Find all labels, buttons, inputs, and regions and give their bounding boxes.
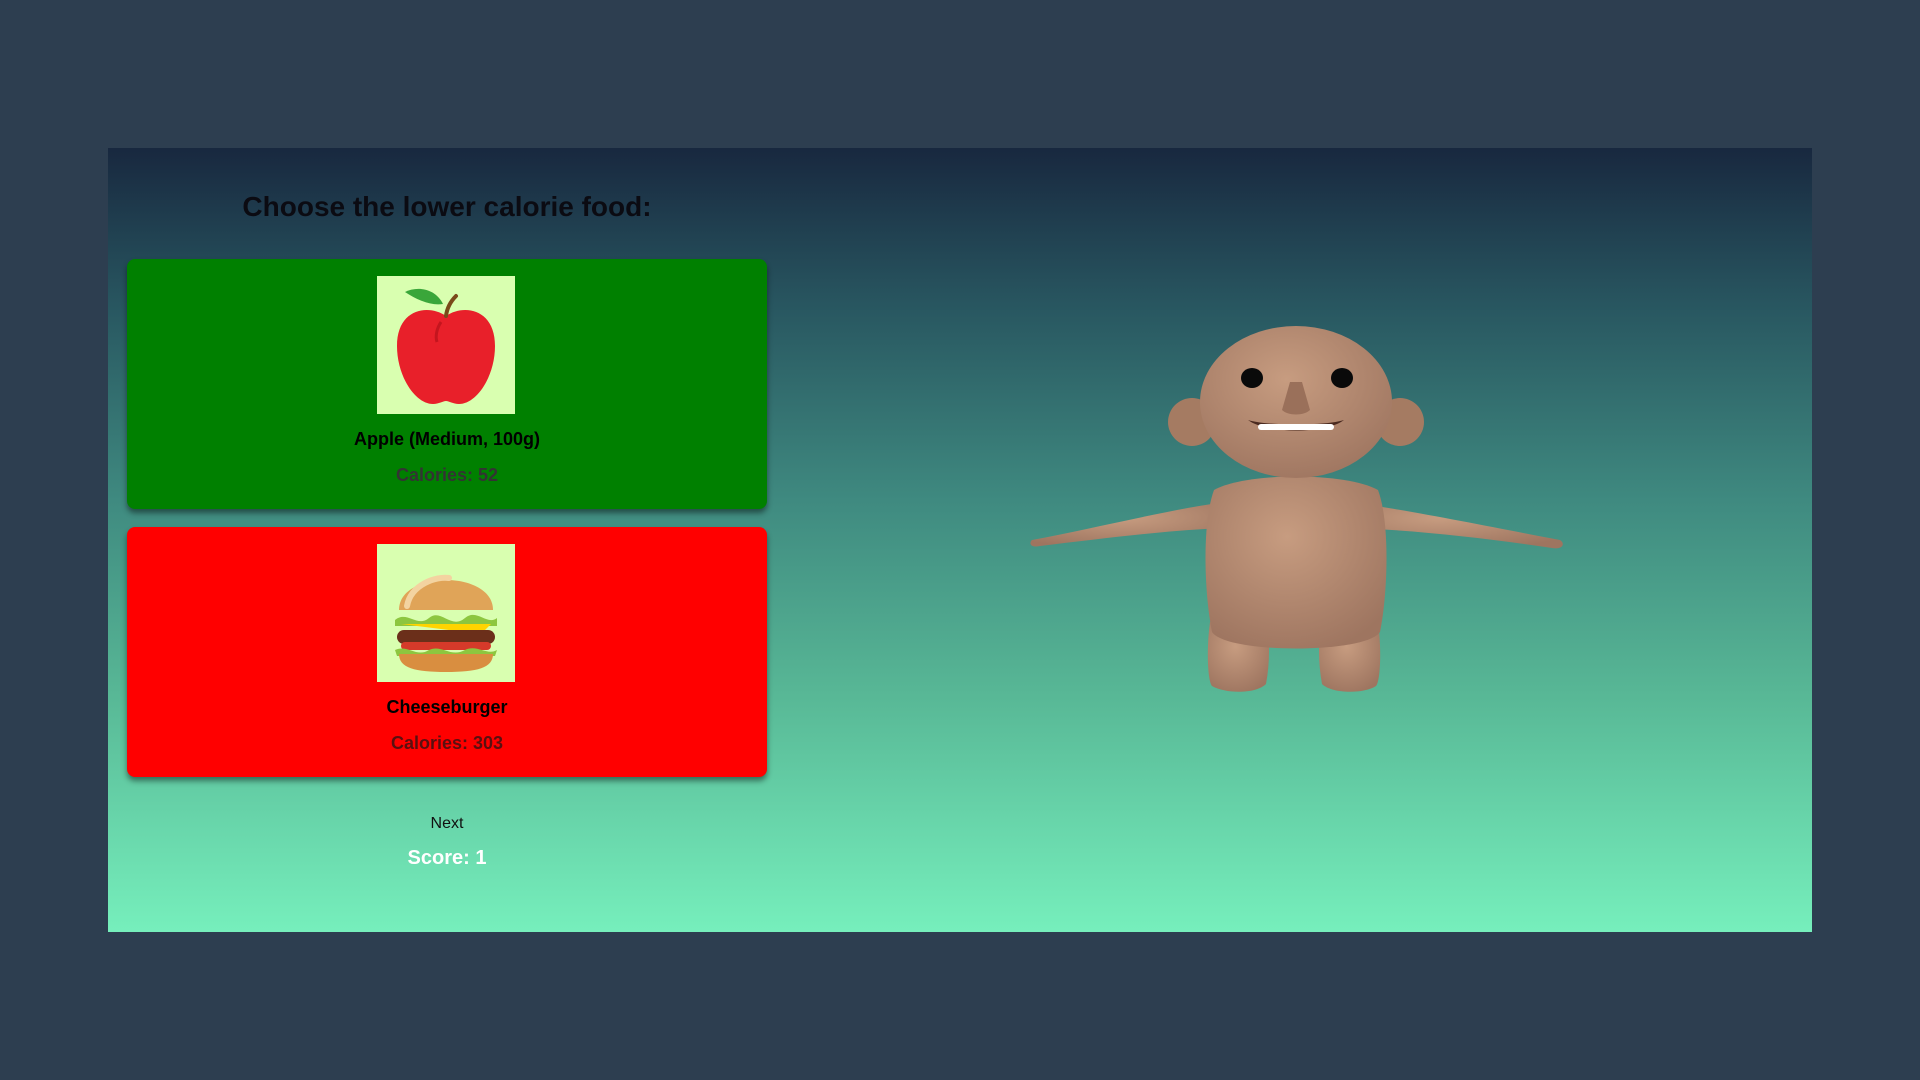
character-avatar: [1026, 322, 1566, 692]
game-container: Choose the lower calorie food: Apple (Me…: [108, 148, 1812, 932]
food-image-apple: [377, 276, 515, 414]
character-figure-icon: [1030, 326, 1563, 692]
quiz-panel: Choose the lower calorie food: Apple (Me…: [127, 188, 767, 870]
cheeseburger-icon: [395, 574, 497, 672]
food-name-apple: Apple (Medium, 100g): [353, 429, 541, 449]
calories-cheeseburger: Calories: 303: [390, 733, 504, 753]
food-option-cheeseburger[interactable]: Cheeseburger Calories: 303: [127, 527, 767, 777]
quiz-prompt: Choose the lower calorie food:: [242, 191, 652, 222]
next-button[interactable]: Next: [407, 815, 487, 833]
food-option-apple[interactable]: Apple (Medium, 100g) Calories: 52: [127, 259, 767, 509]
apple-icon: [397, 288, 495, 404]
score-display: Score: 1: [407, 847, 487, 869]
food-name-cheeseburger: Cheeseburger: [386, 697, 508, 717]
food-image-cheeseburger: [377, 544, 515, 682]
calories-apple: Calories: 52: [395, 465, 499, 485]
